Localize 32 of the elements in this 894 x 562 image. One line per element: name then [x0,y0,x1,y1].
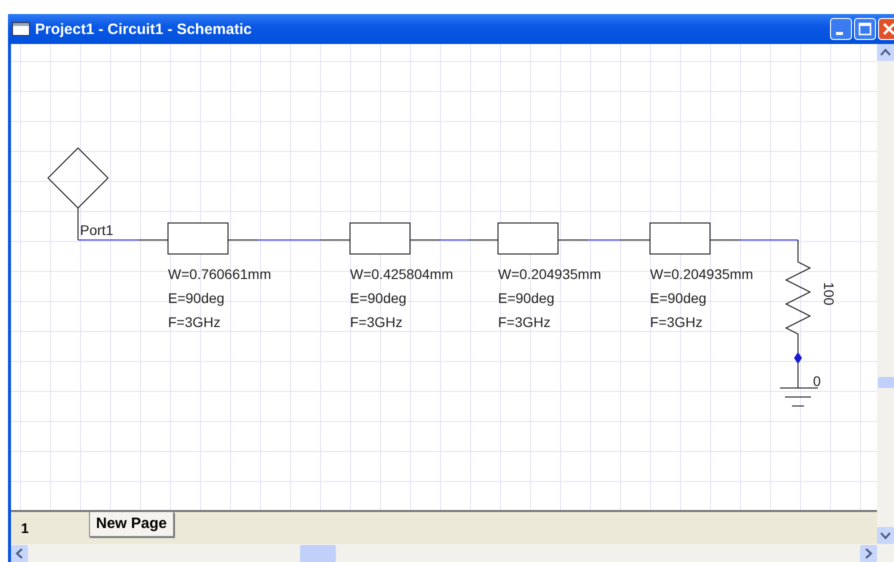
frequency-label: F=3GHz [650,314,703,330]
scroll-left-button[interactable] [11,544,28,562]
scroll-right-button[interactable] [860,544,877,562]
width-label: W=0.204935mm [498,266,602,282]
close-button[interactable] [878,18,894,40]
ground-symbol [780,388,818,406]
length-label: E=90deg [498,290,554,306]
ground-label: 0 [813,373,821,389]
frequency-label: F=3GHz [350,314,403,330]
scroll-down-button[interactable] [877,527,894,544]
width-label: W=0.204935mm [650,266,754,282]
width-label: W=0.425804mm [350,266,454,282]
horizontal-scrollbar[interactable] [11,544,894,562]
scroll-thumb[interactable] [878,377,894,388]
vertical-scrollbar[interactable] [877,44,894,544]
scroll-up-button[interactable] [877,44,894,61]
resistor-value: 100 [821,282,837,306]
window-title: Project1 - Circuit1 - Schematic [35,20,253,38]
page-tab[interactable]: New Page [89,512,174,537]
maximize-button[interactable] [854,18,876,40]
frequency-label: F=3GHz [498,314,551,330]
window-icon [12,22,30,36]
port-label: Port1 [80,222,114,238]
port-symbol [47,147,109,209]
width-label: W=0.760661mm [168,266,272,282]
frequency-label: F=3GHz [168,314,221,330]
length-label: E=90deg [168,290,224,306]
length-label: E=90deg [350,290,406,306]
length-label: E=90deg [650,290,706,306]
page-number: 1 [20,519,30,536]
scroll-thumb[interactable] [300,544,336,562]
minimize-button[interactable] [830,18,852,40]
